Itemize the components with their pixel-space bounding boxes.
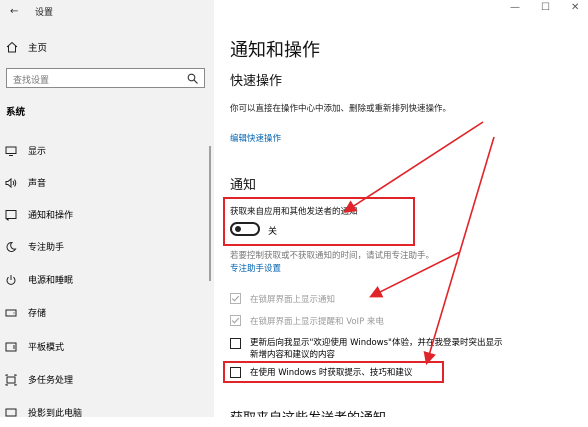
annotation-box-toggle — [223, 197, 415, 246]
sidebar-item-label: 通知和操作 — [28, 211, 74, 221]
monitor-icon — [5, 146, 17, 156]
search-placeholder: 查找设置 — [13, 76, 50, 86]
sidebar-section-title: 系统 — [6, 107, 26, 118]
tablet-icon — [5, 342, 17, 352]
sidebar-item-display[interactable]: 显示 — [0, 137, 205, 165]
senders-heading: 获取来自这些发送者的通知 — [230, 407, 386, 417]
focus-assist-hint: 若要控制获取或不获取通知的时间，请试用专注助手。 — [230, 251, 435, 261]
checkmark-icon — [231, 295, 240, 302]
home-icon — [6, 41, 18, 53]
sidebar-item-label: 声音 — [28, 179, 47, 189]
back-arrow-icon[interactable]: ← — [10, 6, 18, 17]
welcome-experience-checkbox[interactable] — [230, 338, 241, 349]
page-title: 通知和操作 — [230, 40, 320, 61]
checkbox-label: 在锁屏界面上显示通知 — [250, 295, 336, 305]
checkbox-label: 在锁屏界面上显示提醒和 VoIP 来电 — [250, 317, 384, 327]
search-input[interactable]: 查找设置 — [6, 68, 205, 88]
sidebar-item-label: 投影到此电脑 — [28, 409, 83, 419]
edit-quick-actions-link[interactable]: 编辑快速操作 — [230, 132, 281, 144]
annotation-box-tips — [223, 361, 444, 383]
power-icon — [6, 275, 16, 285]
lock-screen-reminders-checkbox[interactable] — [230, 315, 241, 326]
multitask-icon — [5, 374, 17, 386]
sidebar-item-multitasking[interactable]: 多任务处理 — [0, 366, 205, 394]
window-title: 设置 — [35, 8, 54, 18]
notification-icon — [5, 210, 17, 221]
moon-icon — [6, 241, 17, 252]
close-button[interactable]: ✕ — [571, 2, 579, 13]
project-icon — [5, 408, 17, 417]
sidebar-item-label: 平板模式 — [28, 343, 65, 353]
sidebar-item-sound[interactable]: 声音 — [0, 169, 205, 197]
quick-actions-heading: 快速操作 — [230, 74, 283, 89]
sidebar-item-label: 显示 — [28, 147, 47, 157]
sidebar-scrollbar[interactable] — [209, 146, 211, 281]
sidebar-item-label: 电源和睡眠 — [28, 276, 74, 286]
checkmark-icon — [231, 317, 240, 324]
lock-screen-notifications-checkbox[interactable] — [230, 293, 241, 304]
sidebar-home[interactable]: 主页 — [28, 40, 47, 54]
maximize-button[interactable]: ☐ — [541, 2, 550, 13]
sidebar-item-tablet-mode[interactable]: 平板模式 — [0, 333, 205, 361]
sidebar-item-label: 存储 — [28, 309, 47, 319]
storage-icon — [5, 309, 17, 317]
checkbox-label-line2: 新增内容和建议的内容 — [250, 350, 336, 360]
speaker-icon — [5, 177, 17, 189]
search-icon — [187, 73, 198, 84]
sidebar-item-project[interactable]: 投影到此电脑 — [0, 399, 205, 427]
sidebar-item-label: 专注助手 — [28, 243, 65, 253]
sidebar-item-notifications[interactable]: 通知和操作 — [0, 201, 205, 229]
quick-actions-description: 你可以直接在操作中心中添加、删除或重新排列快速操作。 — [230, 104, 452, 114]
sidebar-item-storage[interactable]: 存储 — [0, 299, 205, 327]
focus-assist-settings-link[interactable]: 专注助手设置 — [230, 262, 281, 274]
sidebar-item-label: 多任务处理 — [28, 376, 74, 386]
sidebar-item-power-sleep[interactable]: 电源和睡眠 — [0, 266, 205, 294]
minimize-button[interactable]: — — [510, 2, 520, 13]
checkbox-label-line1: 更新后向我显示"欢迎使用 Windows"体验，并在我登录时突出显示 — [250, 338, 503, 348]
sidebar-item-focus-assist[interactable]: 专注助手 — [0, 233, 205, 261]
sidebar: ← 设置 主页 查找设置 系统 显示 声音 通知和操作 专注助手 电源和睡眠 存… — [0, 0, 214, 419]
notifications-heading: 通知 — [230, 178, 257, 193]
